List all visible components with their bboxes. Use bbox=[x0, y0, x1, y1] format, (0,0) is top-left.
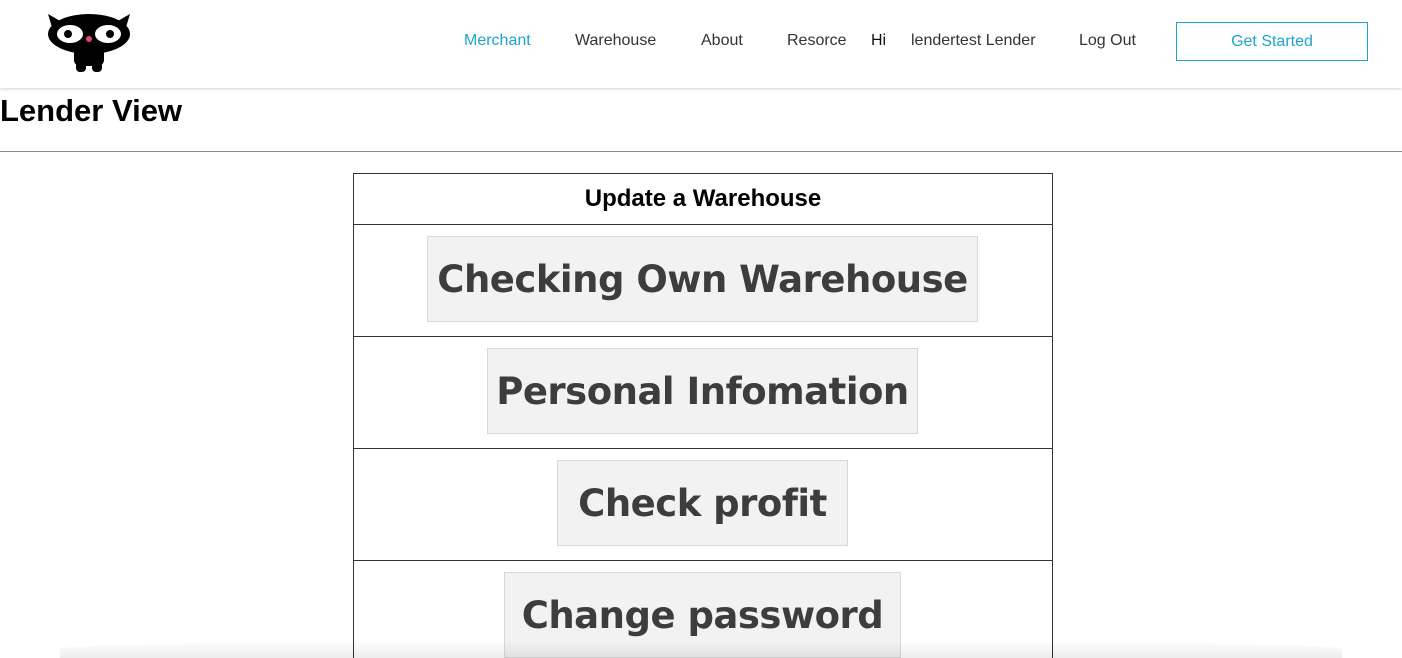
panel-row: Personal Infomation bbox=[354, 337, 1052, 449]
logout-link[interactable]: Log Out bbox=[1079, 31, 1136, 51]
check-profit-button[interactable]: Check profit bbox=[557, 460, 848, 546]
checking-own-warehouse-button[interactable]: Checking Own Warehouse bbox=[427, 236, 978, 322]
black-cat-logo-icon[interactable] bbox=[46, 12, 132, 74]
personal-information-button[interactable]: Personal Infomation bbox=[487, 348, 918, 434]
panel-row: Check profit bbox=[354, 449, 1052, 561]
divider bbox=[0, 151, 1402, 152]
panel-header: Update a Warehouse bbox=[354, 174, 1052, 225]
nav-merchant-link[interactable]: Merchant bbox=[464, 31, 531, 51]
get-started-button[interactable]: Get Started bbox=[1176, 22, 1368, 61]
nav-resource-link[interactable]: Resorce bbox=[787, 31, 847, 51]
nav-warehouse-link[interactable]: Warehouse bbox=[575, 31, 656, 51]
user-name-link[interactable]: lendertest Lender bbox=[911, 31, 1036, 51]
panel-row: Change password bbox=[354, 561, 1052, 658]
lender-actions-panel: Update a Warehouse Checking Own Warehous… bbox=[353, 173, 1053, 658]
change-password-button[interactable]: Change password bbox=[504, 572, 901, 658]
nav-about-link[interactable]: About bbox=[701, 31, 743, 51]
top-navbar: Merchant Warehouse About Resorce Hi lend… bbox=[0, 0, 1402, 88]
page-title: Lender View bbox=[0, 93, 183, 128]
panel-row: Checking Own Warehouse bbox=[354, 225, 1052, 337]
greeting-text: Hi bbox=[871, 32, 887, 49]
